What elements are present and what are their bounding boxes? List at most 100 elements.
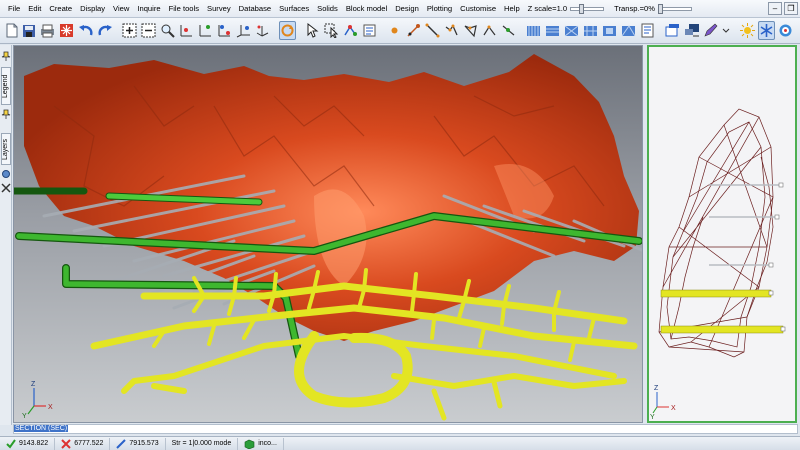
layer-button[interactable] [664,21,681,40]
zoom-window-button[interactable] [159,21,176,40]
undo-button[interactable] [77,21,94,40]
menu-block-model[interactable]: Block model [342,0,391,18]
z-scale-label: Z scale=1.0 [527,4,568,13]
chevron-down-icon [722,28,730,33]
pin-icon[interactable] [1,109,11,119]
target-button[interactable] [777,21,794,40]
z-scale-slider[interactable] [570,3,605,14]
view-section-button[interactable] [197,21,214,40]
polyline-button[interactable] [443,21,460,40]
snowflake-button[interactable] [758,21,775,40]
toolbar [0,18,800,44]
side-axis-y-label: Y [650,414,655,421]
redo-button[interactable] [96,21,113,40]
network-button[interactable] [683,21,700,40]
menu-file[interactable]: File [4,0,24,18]
section-drives [660,289,784,334]
zoom-out-icon [141,23,156,38]
solid-tool-6-button[interactable] [620,21,637,40]
solid-tool-4-button[interactable] [582,21,599,40]
magnifier-icon [161,24,175,38]
solid-blue-icon [584,26,597,36]
polyline-icon [445,24,458,36]
print-button[interactable] [39,21,56,40]
axis-slash-icon [116,438,127,449]
wireframe-outline [658,108,774,358]
minimize-button[interactable]: – [768,2,782,15]
menu-plotting[interactable]: Plotting [423,0,456,18]
command-line[interactable]: SECTION (SEC) [13,424,798,434]
zoom-out-button[interactable] [140,21,157,40]
legend-tab[interactable]: Legend [1,67,11,105]
reports-button[interactable] [639,21,656,40]
line-button[interactable] [424,21,441,40]
cursor-icon [307,23,319,38]
status-bar: 9143.822 6777.522 7915.573 Str = 1|0.000… [0,436,800,450]
solid-tool-5-button[interactable] [601,21,618,40]
view-plan-button[interactable] [178,21,195,40]
view-3d-button[interactable] [235,21,252,40]
restore-button[interactable]: ❐ [784,2,798,15]
sun-icon [740,23,755,38]
menu-bar: File Edit Create Display View Inquire Fi… [0,0,800,18]
polygon-icon [464,25,477,38]
z-scale-thumb[interactable] [579,3,585,14]
menu-solids[interactable]: Solids [313,0,342,18]
stop-button[interactable] [58,21,75,40]
light-button[interactable] [739,21,756,40]
select-window-button[interactable] [323,21,340,40]
edit-points-button[interactable] [342,21,359,40]
layer-icon [665,24,679,37]
axis-y-label: Y [22,413,27,420]
new-file-button[interactable] [4,21,19,40]
menu-survey[interactable]: Survey [203,0,235,18]
transparency-slider[interactable] [658,3,693,14]
window-controls: – ❐ [768,2,798,15]
pencil-button[interactable] [702,21,719,40]
view-iso-button[interactable] [254,21,271,40]
string-icon [407,24,420,37]
main-3d-view[interactable]: Z X Y [13,45,643,423]
menu-customise[interactable]: Customise [456,0,500,18]
layers-tab[interactable]: Layers [1,133,11,165]
solid-tool-1-button[interactable] [525,21,542,40]
properties-icon [363,24,376,37]
axis-cross-icon [61,438,71,449]
save-button[interactable] [21,21,37,40]
split-icon [502,25,515,36]
menu-help[interactable]: Help [500,0,524,18]
view-long-button[interactable] [216,21,233,40]
zoom-in-button[interactable] [121,21,138,40]
rotate-button[interactable] [279,21,296,40]
transparency-thumb[interactable] [658,3,664,14]
properties-button[interactable] [361,21,378,40]
pencil-icon [704,23,718,37]
point-button[interactable] [386,21,403,40]
join-button[interactable] [481,21,498,40]
menu-design[interactable]: Design [391,0,423,18]
report-icon [641,23,654,38]
dropdown-button[interactable] [721,21,731,40]
menu-create[interactable]: Create [45,0,76,18]
side-section-view[interactable]: Z X Y [647,45,797,423]
string-button[interactable] [405,21,422,40]
pin-icon[interactable] [1,51,11,61]
solid-tool-3-button[interactable] [563,21,580,40]
solid-tool-2-button[interactable] [544,21,561,40]
polygon-button[interactable] [462,21,479,40]
select-button[interactable] [304,21,321,40]
menu-display[interactable]: Display [76,0,109,18]
join-icon [483,25,496,36]
tools-icon[interactable] [1,183,11,193]
layers-icon[interactable] [1,169,11,179]
menu-file-tools[interactable]: File tools [165,0,203,18]
menu-view[interactable]: View [109,0,133,18]
split-button[interactable] [500,21,517,40]
menu-surfaces[interactable]: Surfaces [275,0,313,18]
menu-database[interactable]: Database [235,0,276,18]
printer-icon [41,24,54,37]
menu-inquire[interactable]: Inquire [133,0,164,18]
command-line-text: SECTION (SEC) [14,425,69,432]
menu-edit[interactable]: Edit [24,0,45,18]
plan-view-icon [180,25,192,37]
